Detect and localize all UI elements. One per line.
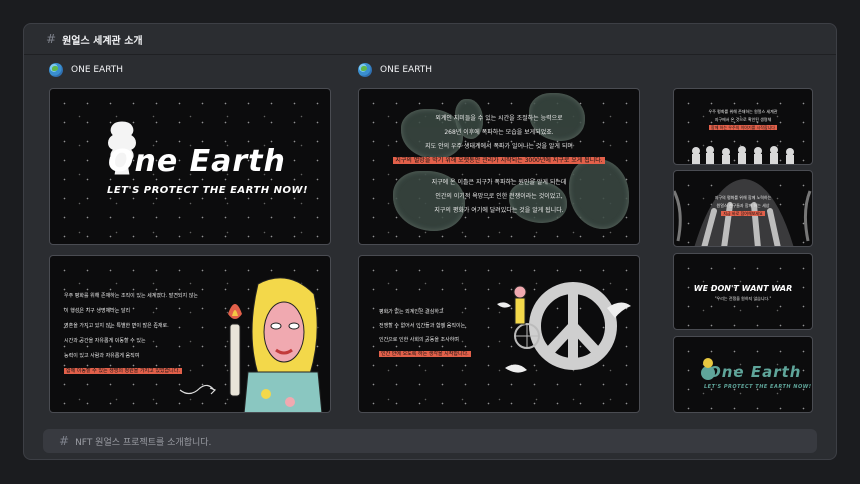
map-text-highlight: 지구의 멸망을 막기 위해 오랫동안 관리가 시작되는 3000년에 지구로 오… xyxy=(393,157,605,164)
column-label-text: ONE EARTH xyxy=(380,65,433,75)
crowd-silhouette-icon xyxy=(692,146,794,164)
thumb-text-highlight: 함께 하는 우주의 이야기를 시작합니다 xyxy=(709,125,777,130)
slide-title-tagline: LET'S PROTECT THE EARTH NOW! xyxy=(107,185,309,196)
war-heading: WE DON'T WANT WAR xyxy=(693,284,793,293)
thumb-text-line: 함께 하는 우주의 이야기를 시작합니다 xyxy=(674,125,812,131)
thumb-text-highlight: 지금 바로 참여해보세요 xyxy=(721,211,765,216)
hash-icon: # xyxy=(59,434,70,448)
thumbnail-1[interactable]: 우주 평화를 위해 존재하는 원얼스 세계관 지구에서 온 것으로 확인된 생명… xyxy=(673,88,813,165)
message-window: # 원얼스 세계관 소개 ONE EARTH ONE EARTH One Ear… xyxy=(23,23,837,460)
slide-character-story[interactable]: 우주 평화를 위해 존재하는 조직이 있는 세계였다. 발견되지 않는 이 행성… xyxy=(49,255,331,413)
column-label-text: ONE EARTH xyxy=(71,65,124,75)
thumbnail-2[interactable]: 지구의 평화를 위해 함께 노력하는 원얼스 친구들과 함께 하는 세상 지금 … xyxy=(673,170,813,247)
globe-icon xyxy=(49,63,63,77)
arrow-doodle-icon xyxy=(179,384,217,395)
thumbnail-4[interactable]: One Earth LET'S PROTECT THE EARTH NOW! xyxy=(673,336,813,413)
slide-peace[interactable]: 평화가 없는 외계인은 결심하고 전쟁할 수 없어서 인간들과 함께 움직이는 … xyxy=(358,255,640,413)
column-label-1: ONE EARTH xyxy=(49,63,123,77)
slide-title-heading: One Earth xyxy=(108,144,286,179)
globe-icon xyxy=(358,63,372,77)
map-text-line: 지도 안의 우주 생태계에서 폭파가 일어나는 것을 알게 되며 xyxy=(425,143,573,150)
logo-small-tagline: LET'S PROTECT THE EARTH NOW! xyxy=(704,384,812,390)
logo-small-heading: One Earth xyxy=(708,363,802,381)
map-text-line: 지구의 평화가 여기에 달려있다는 것을 알게 됩니다. xyxy=(434,207,564,214)
thumb-text-line: 지구의 평화를 위해 함께 노력하는 xyxy=(714,195,772,200)
story-text-highlight: 함께 이동할 수 있는 생명의 정원을 가지고 있었습니다. xyxy=(64,368,182,374)
slide-title[interactable]: One Earth LET'S PROTECT THE EARTH NOW! xyxy=(49,88,331,245)
thumb-text-line: 우주 평화를 위해 존재하는 원얼스 세계관 xyxy=(708,109,778,114)
message-input-placeholder: NFT 원얼스 프로젝트를 소개합니다. xyxy=(75,437,212,448)
thumb-text-line: 지구에서 온 것으로 확인된 생명체 xyxy=(714,117,772,122)
thumb-text-line: 지금 바로 참여해보세요 xyxy=(674,211,812,217)
column-label-2: ONE EARTH xyxy=(358,63,432,77)
map-text-line: 지구에 온 이들은 지구가 폭파하는 원인을 알게 되는데 xyxy=(431,179,567,186)
map-text-line: 지구의 멸망을 막기 위해 오랫동안 관리가 시작되는 3000년에 지구로 오… xyxy=(359,155,639,164)
map-text-line: 268년 이후에 폭파하는 모습을 보게되었죠. xyxy=(359,127,639,136)
map-text-line: 인간의 이기적 욕망으로 인한 전쟁이라는 것이었고, xyxy=(435,193,563,200)
peace-text-highlight: 인간 안에 오도록 하는 생각을 시작합니다. xyxy=(379,351,471,357)
thumb-text-line: 원얼스 친구들과 함께 하는 세상 xyxy=(716,203,770,208)
hash-icon: # xyxy=(46,32,57,46)
hands-globe-icon xyxy=(674,179,812,246)
thumbnail-3[interactable]: WE DON'T WANT WAR "우리는 전쟁을 원하지 않습니다." xyxy=(673,253,813,330)
peace-sign-illustration xyxy=(497,282,631,373)
map-text: 268년 이후에 폭파하는 모습을 보게되었죠. xyxy=(444,129,554,136)
torch-character-illustration xyxy=(228,277,323,412)
channel-name[interactable]: 원얼스 세계관 소개 xyxy=(62,32,143,47)
war-subtitle: "우리는 전쟁을 원하지 않습니다." xyxy=(714,296,772,301)
message-input[interactable]: # NFT 원얼스 프로젝트를 소개합니다. xyxy=(43,429,817,453)
map-text-line: 외계인 지미들을 수 있는 시간을 조절하는 능력으로 xyxy=(435,115,563,122)
channel-header: # 원얼스 세계관 소개 xyxy=(24,24,836,55)
slide-world-map[interactable]: 외계인 지미들을 수 있는 시간을 조절하는 능력으로 268년 이후에 폭파하… xyxy=(358,88,640,245)
